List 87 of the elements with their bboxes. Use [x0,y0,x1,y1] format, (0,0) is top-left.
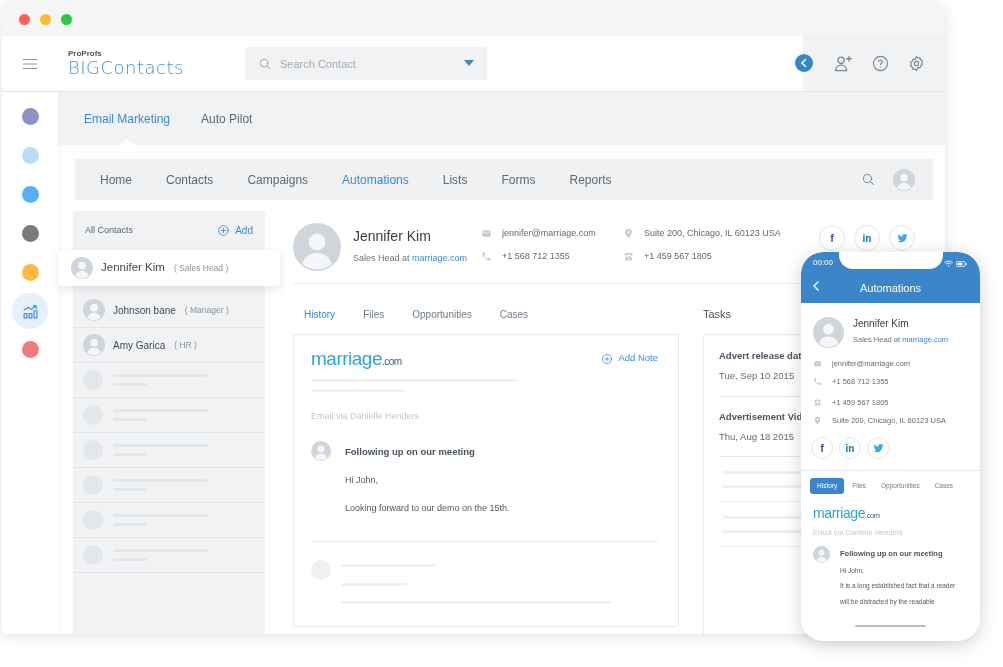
search-icon[interactable] [861,172,876,187]
home-indicator [855,625,926,627]
phone-icon [813,377,822,387]
telephone-icon [623,251,634,263]
map-pin-icon [623,227,634,239]
window-control-button[interactable] [19,13,30,25]
bird-button[interactable] [867,437,889,459]
caret-down-icon[interactable] [464,60,474,67]
contact-item[interactable]: Jennifer Kim ( Sales Head ) [58,250,280,286]
add-user-icon[interactable] [834,54,853,73]
contact-role: ( Sales Head ) [173,261,229,275]
company-link[interactable]: marriage.com [412,253,468,264]
profile-avatar [293,223,341,271]
address-text: Suite 200, Chicago, IL 60123 USA [644,226,781,240]
company-logo: marriage.com [311,349,402,368]
facebook-button[interactable]: f [819,225,845,251]
map-pin-icon [813,415,822,425]
window-control-button[interactable] [40,13,51,25]
app-logo: BIGContacts [68,58,185,78]
add-note-button[interactable]: Add Note [601,351,658,366]
contact-role: ( HR ) [174,338,197,352]
search-icon [258,57,272,71]
nav-tab[interactable]: Home [83,170,149,189]
plus-circle-icon [217,224,231,237]
detail-tab[interactable]: Opportunities [401,303,483,325]
contact-item[interactable]: Amy Garica ( HR ) [73,328,265,363]
email-text: jennifer@marriage.com [502,226,596,240]
phone-title: Automations [859,281,922,296]
contact-role: ( Manager ) [184,303,229,317]
wifi-icon [944,260,953,267]
settings-icon[interactable] [908,55,925,72]
collapse-button[interactable] [795,54,813,72]
linkedin-button[interactable]: in [839,437,861,459]
detail-tab[interactable]: Files [352,303,396,325]
sender-avatar [311,440,331,461]
email-subject: Following up on our meeting [345,444,476,459]
chart-icon [21,302,39,320]
logo-small-text: ProProfs [68,49,103,58]
status-time: 00:00 [813,257,834,269]
window-control-button[interactable] [61,13,72,25]
landline-text: +1 459 567 1805 [644,250,712,263]
nav-tab[interactable]: Forms [484,170,553,189]
avatar-icon [83,334,105,356]
task-title: Advert release dat [719,349,802,363]
panel-title: All Contacts [85,223,134,237]
avatar-icon [71,257,93,279]
module-tab[interactable]: Auto Pilot [201,92,253,145]
nav-tab[interactable]: Contacts [149,170,231,189]
back-icon[interactable] [812,281,820,291]
tasks-heading: Tasks [703,306,732,322]
detail-tab[interactable]: History [293,303,347,325]
sender-avatar [813,546,830,564]
nav-tab[interactable]: Campaigns [230,170,326,189]
bird-icon [872,442,884,454]
contact-name: Amy Garica [113,338,166,353]
contact-name: Jennifer Kim [853,316,910,331]
linkedin-button[interactable]: in [854,225,880,251]
nav-tab[interactable]: Automations [325,170,426,189]
plus-circle-icon [601,352,614,365]
phone-icon [481,251,492,263]
battery-icon [956,260,967,267]
help-icon[interactable] [872,55,889,72]
rail-chart-item[interactable] [12,293,48,329]
task-date: Tue, Sep 10 2015 [719,369,795,384]
phone-text: +1 568 712 1355 [502,250,570,263]
module-tab[interactable]: Email Marketing [84,92,171,145]
bird-button[interactable] [889,225,915,251]
contact-name: Johnson bane [113,303,176,318]
contact-name: Jennifer Kim [101,260,165,276]
email-body-text: Looking forward to our demo on the 15th. [345,502,510,516]
task-date: Thu, Aug 18 2015 [719,429,794,444]
envelope-icon [481,227,492,239]
nav-tab[interactable]: Reports [552,170,629,189]
nav-tab[interactable]: Lists [425,170,485,189]
profile-avatar [813,317,844,348]
envelope-icon [813,359,822,369]
avatar-icon [83,299,105,321]
facebook-button[interactable]: f [811,437,833,459]
contact-item[interactable]: Johnson bane ( Manager ) [73,293,265,328]
search-field[interactable]: Search Contact [245,47,487,80]
email-body-text: Hi John, [345,473,380,487]
add-contact-button[interactable]: Add [217,223,253,238]
detail-tab[interactable]: Cases [488,303,540,325]
contact-name: Jennifer Kim [353,227,432,247]
contact-title: Sales Head at marriage.com [353,252,469,266]
telephone-icon [813,397,822,407]
bird-icon [896,232,908,244]
